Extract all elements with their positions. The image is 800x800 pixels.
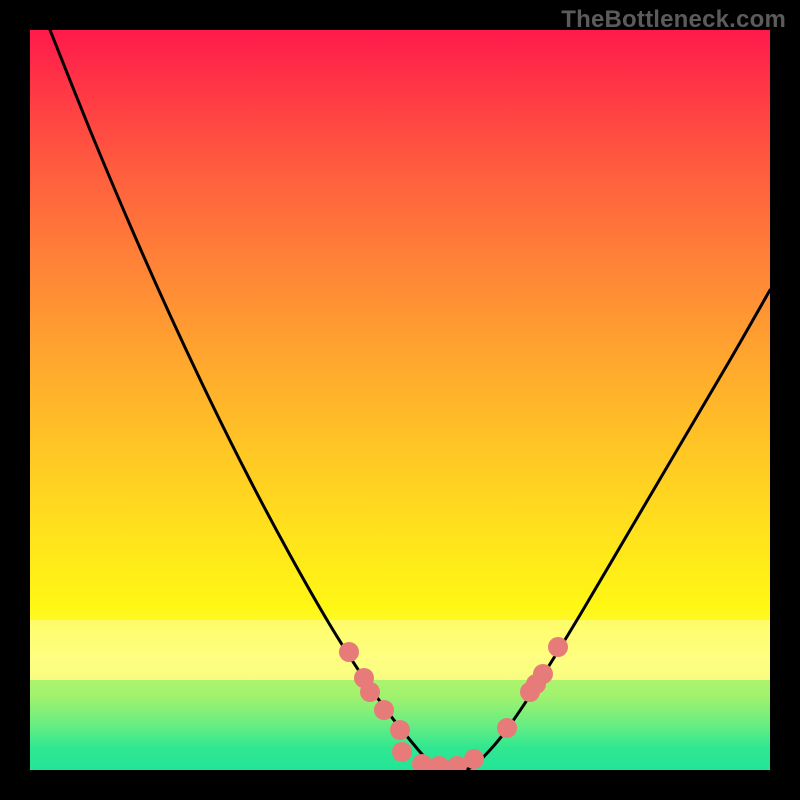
marker-dot xyxy=(533,664,553,684)
marker-dot xyxy=(548,637,568,657)
marker-dot xyxy=(374,700,394,720)
chart-svg xyxy=(30,30,770,770)
marker-dot xyxy=(392,742,412,762)
marker-dot xyxy=(339,642,359,662)
marker-dot xyxy=(497,718,517,738)
marker-dot xyxy=(390,720,410,740)
marker-dot xyxy=(360,682,380,702)
emphasis-band xyxy=(30,620,770,680)
marker-dot xyxy=(464,749,484,769)
watermark-text: TheBottleneck.com xyxy=(561,6,786,34)
chart-frame: TheBottleneck.com xyxy=(0,0,800,800)
plot-area xyxy=(30,30,770,770)
